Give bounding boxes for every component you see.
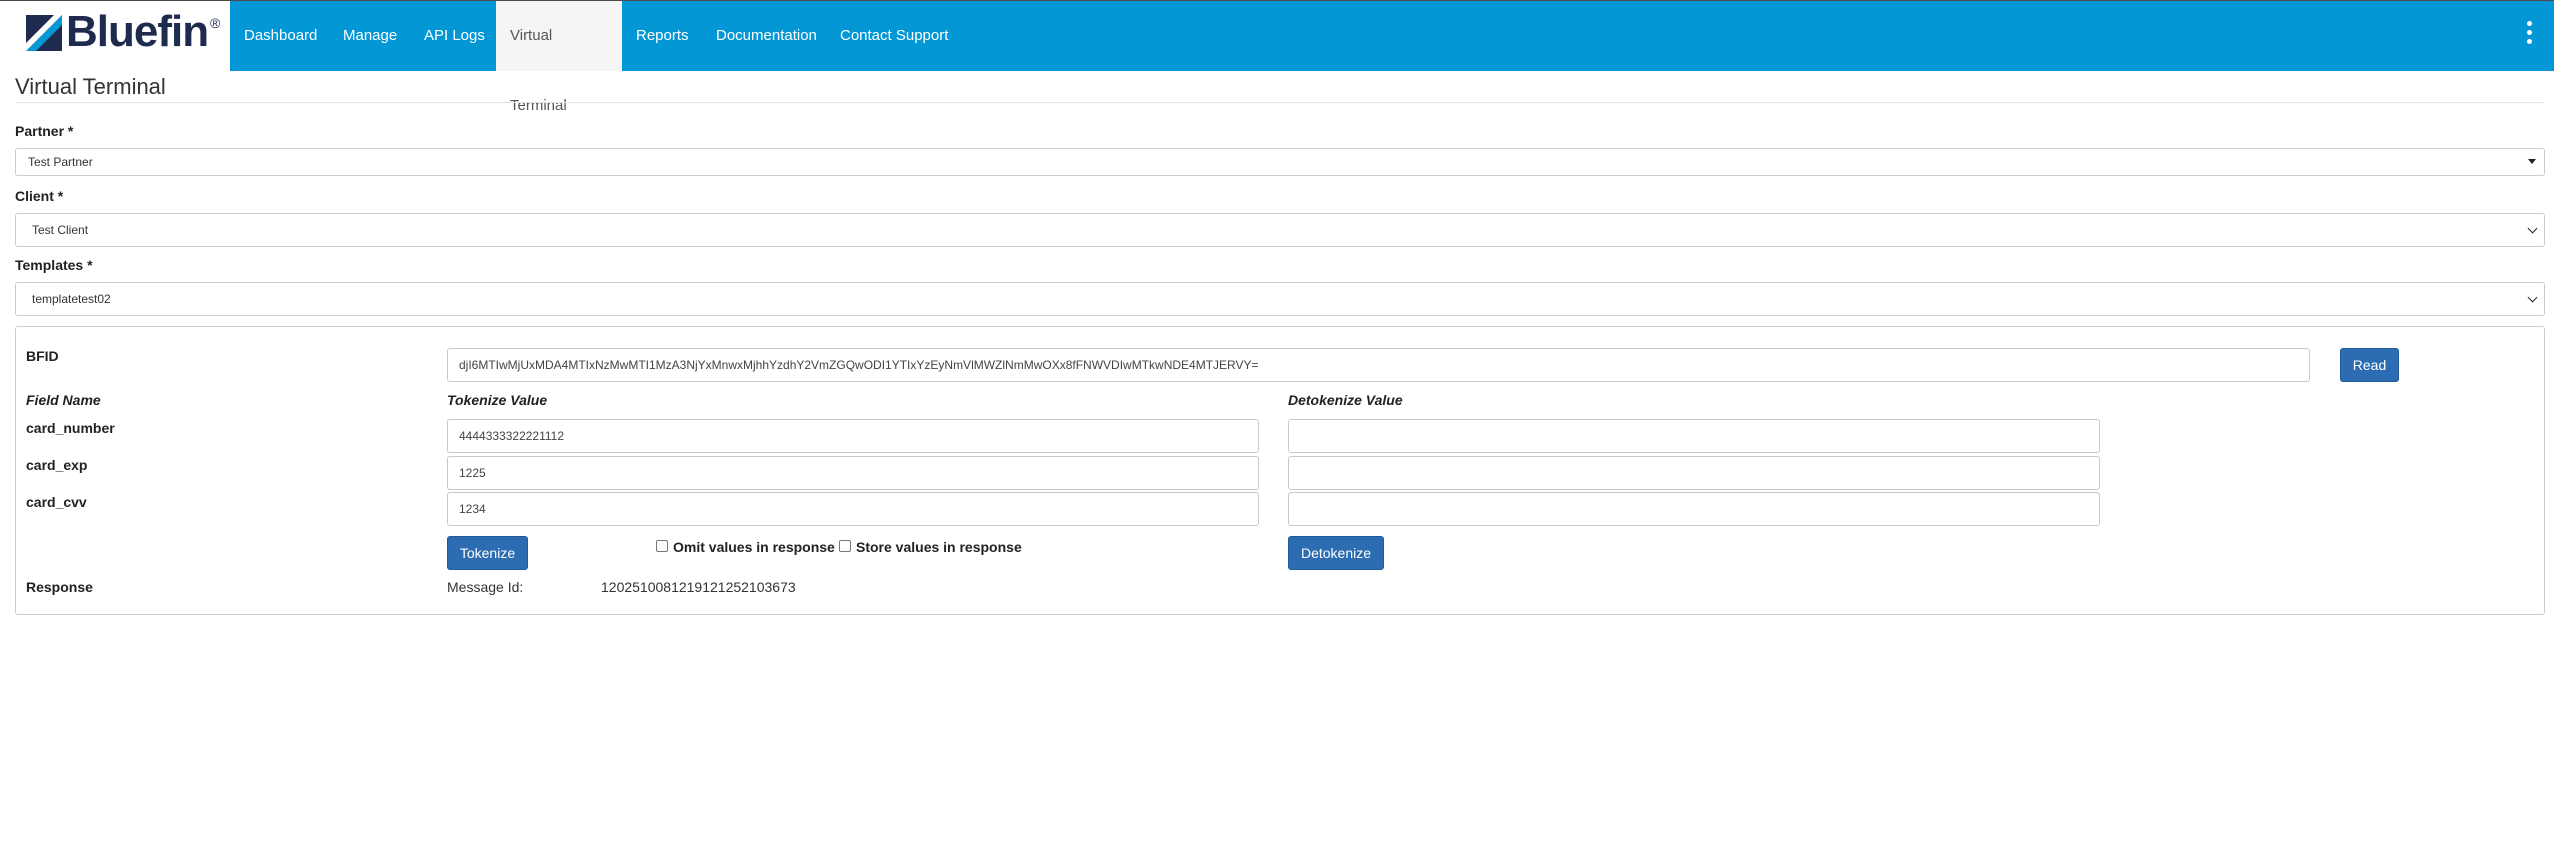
bfid-label: BFID: [26, 348, 59, 364]
chevron-down-icon: [2527, 223, 2538, 234]
page-title: Virtual Terminal: [15, 74, 166, 99]
nav-manage[interactable]: Manage: [329, 1, 411, 71]
caret-down-icon: [2528, 159, 2536, 164]
store-values-label: Store values in response: [856, 539, 1022, 555]
nav-virtual-terminal[interactable]: Virtual Terminal: [496, 1, 622, 114]
chevron-down-icon: [2527, 292, 2538, 303]
field-card-cvv: card_cvv: [26, 494, 87, 510]
partner-select[interactable]: Test Partner: [15, 148, 2545, 176]
templates-select[interactable]: templatetest02: [15, 282, 2545, 316]
client-label: Client *: [15, 188, 64, 204]
brand-logo[interactable]: Bluefin ®: [0, 1, 230, 71]
detokenize-value-header: Detokenize Value: [1288, 392, 1403, 408]
nav-api-logs[interactable]: API Logs: [410, 1, 499, 71]
field-name-header: Field Name: [26, 392, 101, 408]
detokenize-button[interactable]: Detokenize: [1288, 536, 1384, 570]
tokenize-card-number-input[interactable]: 4444333322221112: [447, 419, 1259, 453]
field-card-number: card_number: [26, 420, 115, 436]
client-select[interactable]: Test Client: [15, 213, 2545, 247]
templates-select-value: templatetest02: [32, 292, 111, 306]
partner-select-value: Test Partner: [28, 155, 93, 169]
detokenize-card-number-input[interactable]: [1288, 419, 2100, 453]
nav-documentation[interactable]: Documentation: [702, 1, 831, 71]
detokenize-card-cvv-input[interactable]: [1288, 492, 2100, 526]
tokenize-card-exp-input[interactable]: 1225: [447, 456, 1259, 490]
nav-contact-support[interactable]: Contact Support: [826, 1, 962, 71]
detokenize-card-exp-input[interactable]: [1288, 456, 2100, 490]
tokenize-card-cvv-input[interactable]: 1234: [447, 492, 1259, 526]
nav-dashboard[interactable]: Dashboard: [230, 1, 331, 71]
omit-values-checkbox[interactable]: [656, 540, 668, 552]
store-values-checkbox[interactable]: [839, 540, 851, 552]
bluefin-logo-icon: [26, 15, 62, 51]
field-card-exp: card_exp: [26, 457, 88, 473]
omit-values-label: Omit values in response: [673, 539, 835, 555]
tokenize-value-header: Tokenize Value: [447, 392, 548, 408]
token-panel: BFID djI6MTIwMjUxMDA4MTIxNzMwMTI1MzA3NjY…: [15, 326, 2545, 615]
nav-reports[interactable]: Reports: [622, 1, 703, 71]
message-id-label: Message Id:: [447, 579, 524, 595]
title-divider: [15, 102, 2545, 103]
kebab-menu-icon[interactable]: [2524, 21, 2534, 51]
response-label: Response: [26, 579, 93, 595]
read-button[interactable]: Read: [2340, 348, 2399, 382]
templates-label: Templates *: [15, 257, 93, 273]
message-id-value: 1202510081219121252103673: [601, 579, 796, 595]
top-navbar: Bluefin ® Dashboard Manage API Logs Virt…: [0, 0, 2554, 114]
partner-label: Partner *: [15, 123, 74, 139]
registered-mark: ®: [210, 15, 221, 31]
brand-name: Bluefin: [66, 7, 209, 56]
client-select-value: Test Client: [32, 223, 89, 237]
tokenize-button[interactable]: Tokenize: [447, 536, 528, 570]
bfid-input[interactable]: djI6MTIwMjUxMDA4MTIxNzMwMTI1MzA3NjYxMnwx…: [447, 348, 2310, 382]
